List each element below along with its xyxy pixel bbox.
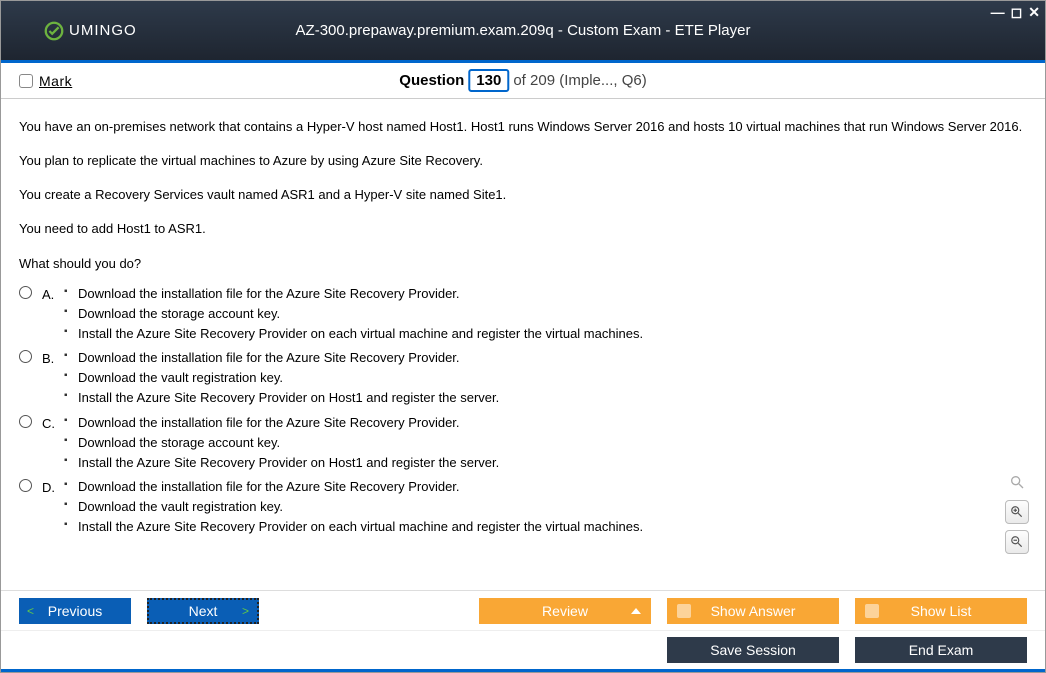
brand-logo: UMINGO bbox=[43, 20, 137, 42]
zoom-tools bbox=[1005, 470, 1029, 554]
footer: < Previous Next > Review Show Answer Sho… bbox=[1, 590, 1045, 672]
answer-b-line-3: Install the Azure Site Recovery Provider… bbox=[64, 388, 1027, 408]
next-label: Next bbox=[189, 603, 218, 619]
answer-body-d: Download the installation file for the A… bbox=[64, 477, 1027, 537]
question-of-text: of 209 (Imple..., Q6) bbox=[513, 72, 646, 89]
window-controls: — ◻ ✕ bbox=[991, 4, 1040, 21]
letter-a: A. bbox=[42, 285, 64, 305]
search-icon[interactable] bbox=[1005, 470, 1029, 494]
save-session-label: Save Session bbox=[710, 642, 796, 658]
zoom-in-icon[interactable] bbox=[1005, 500, 1029, 524]
answer-body-a: Download the installation file for the A… bbox=[64, 284, 1027, 344]
answer-option-c[interactable]: C. Download the installation file for th… bbox=[19, 413, 1027, 473]
answer-c-line-3: Install the Azure Site Recovery Provider… bbox=[64, 453, 1027, 473]
window-title: AZ-300.prepaway.premium.exam.209q - Cust… bbox=[296, 22, 751, 39]
answer-d-line-2: Download the vault registration key. bbox=[64, 497, 1027, 517]
show-list-label: Show List bbox=[911, 603, 972, 619]
nav-button-row: < Previous Next > Review Show Answer Sho… bbox=[1, 590, 1045, 630]
letter-c: C. bbox=[42, 414, 64, 434]
review-button[interactable]: Review bbox=[479, 598, 651, 624]
next-button[interactable]: Next > bbox=[147, 598, 259, 624]
show-list-button[interactable]: Show List bbox=[855, 598, 1027, 624]
mark-checkbox-group[interactable]: Mark bbox=[19, 73, 72, 89]
para-2: You plan to replicate the virtual machin… bbox=[19, 151, 1027, 171]
previous-label: Previous bbox=[48, 603, 102, 619]
maximize-icon[interactable]: ◻ bbox=[1011, 4, 1023, 21]
radio-c[interactable] bbox=[19, 415, 32, 428]
mark-checkbox[interactable] bbox=[19, 74, 33, 88]
answer-b-line-1: Download the installation file for the A… bbox=[64, 348, 1027, 368]
close-icon[interactable]: ✕ bbox=[1028, 4, 1040, 21]
letter-b: B. bbox=[42, 349, 64, 369]
minimize-icon[interactable]: — bbox=[991, 4, 1005, 21]
answer-a-line-1: Download the installation file for the A… bbox=[64, 284, 1027, 304]
radio-a[interactable] bbox=[19, 286, 32, 299]
title-bar: UMINGO AZ-300.prepaway.premium.exam.209q… bbox=[1, 1, 1045, 63]
answers-list: A. Download the installation file for th… bbox=[19, 284, 1027, 538]
question-label: Question bbox=[399, 72, 464, 89]
end-exam-button[interactable]: End Exam bbox=[855, 637, 1027, 663]
chevron-right-icon: > bbox=[242, 604, 249, 618]
show-answer-button[interactable]: Show Answer bbox=[667, 598, 839, 624]
answer-c-line-2: Download the storage account key. bbox=[64, 433, 1027, 453]
radio-b[interactable] bbox=[19, 350, 32, 363]
review-label: Review bbox=[542, 603, 588, 619]
question-number[interactable]: 130 bbox=[468, 69, 509, 92]
answer-a-line-2: Download the storage account key. bbox=[64, 304, 1027, 324]
question-content: You have an on-premises network that con… bbox=[1, 99, 1045, 559]
brand-name: UMINGO bbox=[69, 22, 137, 39]
triangle-up-icon bbox=[631, 608, 641, 614]
session-button-row: Save Session End Exam bbox=[1, 630, 1045, 672]
answer-d-line-1: Download the installation file for the A… bbox=[64, 477, 1027, 497]
para-4: You need to add Host1 to ASR1. bbox=[19, 219, 1027, 239]
answer-body-b: Download the installation file for the A… bbox=[64, 348, 1027, 408]
chevron-left-icon: < bbox=[27, 604, 34, 618]
mark-label: Mark bbox=[39, 73, 72, 89]
zoom-out-icon[interactable] bbox=[1005, 530, 1029, 554]
answer-a-line-3: Install the Azure Site Recovery Provider… bbox=[64, 324, 1027, 344]
previous-button[interactable]: < Previous bbox=[19, 598, 131, 624]
list-icon bbox=[865, 604, 879, 618]
logo-check-icon bbox=[43, 20, 65, 42]
answer-body-c: Download the installation file for the A… bbox=[64, 413, 1027, 473]
answer-c-line-1: Download the installation file for the A… bbox=[64, 413, 1027, 433]
question-indicator: Question 130 of 209 (Imple..., Q6) bbox=[399, 69, 646, 92]
answer-icon bbox=[677, 604, 691, 618]
save-session-button[interactable]: Save Session bbox=[667, 637, 839, 663]
answer-option-b[interactable]: B. Download the installation file for th… bbox=[19, 348, 1027, 408]
question-header: Mark Question 130 of 209 (Imple..., Q6) bbox=[1, 63, 1045, 99]
end-exam-label: End Exam bbox=[909, 642, 974, 658]
answer-option-a[interactable]: A. Download the installation file for th… bbox=[19, 284, 1027, 344]
answer-b-line-2: Download the vault registration key. bbox=[64, 368, 1027, 388]
para-5: What should you do? bbox=[19, 254, 1027, 274]
show-answer-label: Show Answer bbox=[711, 603, 796, 619]
answer-d-line-3: Install the Azure Site Recovery Provider… bbox=[64, 517, 1027, 537]
para-1: You have an on-premises network that con… bbox=[19, 117, 1027, 137]
letter-d: D. bbox=[42, 478, 64, 498]
para-3: You create a Recovery Services vault nam… bbox=[19, 185, 1027, 205]
answer-option-d[interactable]: D. Download the installation file for th… bbox=[19, 477, 1027, 537]
radio-d[interactable] bbox=[19, 479, 32, 492]
